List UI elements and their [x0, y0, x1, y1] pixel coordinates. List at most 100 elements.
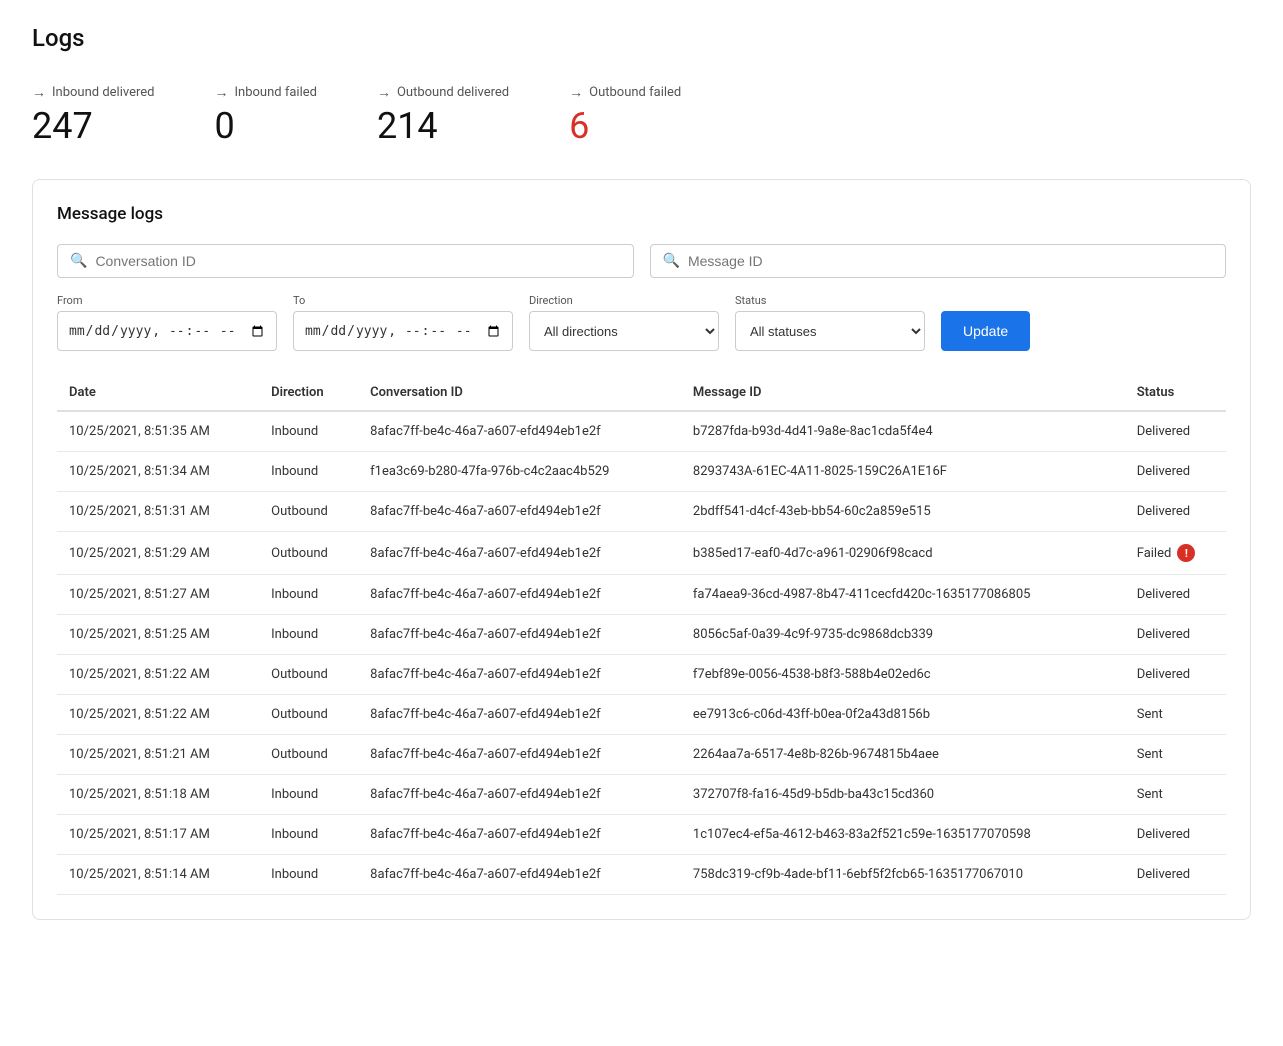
cell-date: 10/25/2021, 8:51:25 AM	[57, 615, 259, 655]
cell-direction: Inbound	[259, 452, 358, 492]
stat-label-text-outbound-failed: Outbound failed	[589, 85, 681, 100]
cell-message-id: 8056c5af-0a39-4c9f-9735-dc9868dcb339	[681, 615, 1125, 655]
cell-status: Delivered	[1125, 575, 1226, 615]
stat-label-text-outbound-delivered: Outbound delivered	[397, 85, 509, 100]
cell-conversation-id: 8afac7ff-be4c-46a7-a607-efd494eb1e2f	[358, 735, 681, 775]
cell-status: Failed !	[1125, 532, 1226, 575]
cell-conversation-id: 8afac7ff-be4c-46a7-a607-efd494eb1e2f	[358, 815, 681, 855]
logs-table: DateDirectionConversation IDMessage IDSt…	[57, 375, 1226, 895]
cell-conversation-id: 8afac7ff-be4c-46a7-a607-efd494eb1e2f	[358, 695, 681, 735]
filter-row: From To Direction All directions Inbound…	[57, 294, 1226, 351]
table-header: DateDirectionConversation IDMessage IDSt…	[57, 375, 1226, 411]
conversation-id-input[interactable]	[95, 253, 620, 269]
table-row[interactable]: 10/25/2021, 8:51:27 AMInbound8afac7ff-be…	[57, 575, 1226, 615]
cell-message-id: 2bdff541-d4cf-43eb-bb54-60c2a859e515	[681, 492, 1125, 532]
th-status: Status	[1125, 375, 1226, 411]
cell-direction: Inbound	[259, 411, 358, 452]
stat-value-outbound-failed: 6	[569, 105, 681, 147]
cell-message-id: 2264aa7a-6517-4e8b-826b-9674815b4aee	[681, 735, 1125, 775]
message-id-input[interactable]	[688, 253, 1213, 269]
th-direction: Direction	[259, 375, 358, 411]
stat-inbound-failed: → Inbound failed 0	[215, 84, 317, 147]
to-date-input[interactable]	[293, 311, 513, 351]
status-failed: Failed !	[1137, 544, 1214, 562]
to-filter-group: To	[293, 294, 513, 351]
conversation-search-box: 🔍	[57, 244, 634, 278]
cell-conversation-id: 8afac7ff-be4c-46a7-a607-efd494eb1e2f	[358, 775, 681, 815]
table-row[interactable]: 10/25/2021, 8:51:35 AMInbound8afac7ff-be…	[57, 411, 1226, 452]
search-icon-message: 🔍	[663, 253, 680, 269]
stat-label-text-inbound-delivered: Inbound delivered	[52, 85, 155, 100]
stats-row: → Inbound delivered 247 → Inbound failed…	[32, 84, 1251, 147]
cell-direction: Outbound	[259, 492, 358, 532]
cell-date: 10/25/2021, 8:51:34 AM	[57, 452, 259, 492]
cell-date: 10/25/2021, 8:51:14 AM	[57, 855, 259, 895]
stat-label-outbound-delivered: → Outbound delivered	[377, 84, 509, 101]
search-icon-conversation: 🔍	[70, 253, 87, 269]
stat-icon-inbound-delivered: →	[32, 84, 46, 101]
cell-direction: Outbound	[259, 532, 358, 575]
cell-date: 10/25/2021, 8:51:29 AM	[57, 532, 259, 575]
table-row[interactable]: 10/25/2021, 8:51:18 AMInbound8afac7ff-be…	[57, 775, 1226, 815]
page-container: Logs → Inbound delivered 247 → Inbound f…	[0, 0, 1283, 944]
cell-message-id: f7ebf89e-0056-4538-b8f3-588b4e02ed6c	[681, 655, 1125, 695]
cell-status: Delivered	[1125, 655, 1226, 695]
table-row[interactable]: 10/25/2021, 8:51:22 AMOutbound8afac7ff-b…	[57, 655, 1226, 695]
table-row[interactable]: 10/25/2021, 8:51:21 AMOutbound8afac7ff-b…	[57, 735, 1226, 775]
table-row[interactable]: 10/25/2021, 8:51:31 AMOutbound8afac7ff-b…	[57, 492, 1226, 532]
cell-message-id: ee7913c6-c06d-43ff-b0ea-0f2a43d8156b	[681, 695, 1125, 735]
stat-outbound-failed: → Outbound failed 6	[569, 84, 681, 147]
cell-date: 10/25/2021, 8:51:21 AM	[57, 735, 259, 775]
cell-conversation-id: 8afac7ff-be4c-46a7-a607-efd494eb1e2f	[358, 575, 681, 615]
table-row[interactable]: 10/25/2021, 8:51:22 AMOutbound8afac7ff-b…	[57, 695, 1226, 735]
stat-value-inbound-delivered: 247	[32, 105, 155, 147]
cell-message-id: b7287fda-b93d-4d41-9a8e-8ac1cda5f4e4	[681, 411, 1125, 452]
update-button[interactable]: Update	[941, 311, 1030, 351]
cell-date: 10/25/2021, 8:51:18 AM	[57, 775, 259, 815]
th-message-id: Message ID	[681, 375, 1125, 411]
table-body: 10/25/2021, 8:51:35 AMInbound8afac7ff-be…	[57, 411, 1226, 895]
cell-direction: Outbound	[259, 655, 358, 695]
th-date: Date	[57, 375, 259, 411]
cell-direction: Inbound	[259, 815, 358, 855]
cell-conversation-id: f1ea3c69-b280-47fa-976b-c4c2aac4b529	[358, 452, 681, 492]
table-header-row: DateDirectionConversation IDMessage IDSt…	[57, 375, 1226, 411]
stat-value-outbound-delivered: 214	[377, 105, 509, 147]
cell-conversation-id: 8afac7ff-be4c-46a7-a607-efd494eb1e2f	[358, 655, 681, 695]
stat-label-outbound-failed: → Outbound failed	[569, 84, 681, 101]
cell-message-id: 758dc319-cf9b-4ade-bf11-6ebf5f2fcb65-163…	[681, 855, 1125, 895]
from-date-input[interactable]	[57, 311, 277, 351]
table-row[interactable]: 10/25/2021, 8:51:34 AMInboundf1ea3c69-b2…	[57, 452, 1226, 492]
cell-message-id: 372707f8-fa16-45d9-b5db-ba43c15cd360	[681, 775, 1125, 815]
cell-date: 10/25/2021, 8:51:22 AM	[57, 695, 259, 735]
to-label: To	[293, 294, 513, 307]
table-row[interactable]: 10/25/2021, 8:51:25 AMInbound8afac7ff-be…	[57, 615, 1226, 655]
page-title: Logs	[32, 24, 1251, 52]
cell-direction: Inbound	[259, 615, 358, 655]
stat-value-inbound-failed: 0	[215, 105, 317, 147]
direction-filter-group: Direction All directions Inbound Outboun…	[529, 294, 719, 351]
table-row[interactable]: 10/25/2021, 8:51:14 AMInbound8afac7ff-be…	[57, 855, 1226, 895]
stat-outbound-delivered: → Outbound delivered 214	[377, 84, 509, 147]
cell-status: Sent	[1125, 695, 1226, 735]
stat-icon-inbound-failed: →	[215, 84, 229, 101]
stat-label-inbound-failed: → Inbound failed	[215, 84, 317, 101]
message-search-box: 🔍	[650, 244, 1227, 278]
stat-label-text-inbound-failed: Inbound failed	[235, 85, 317, 100]
cell-status: Delivered	[1125, 815, 1226, 855]
cell-status: Sent	[1125, 735, 1226, 775]
cell-conversation-id: 8afac7ff-be4c-46a7-a607-efd494eb1e2f	[358, 532, 681, 575]
status-select[interactable]: All statuses Delivered Failed Sent	[735, 311, 925, 351]
table-row[interactable]: 10/25/2021, 8:51:29 AMOutbound8afac7ff-b…	[57, 532, 1226, 575]
cell-direction: Outbound	[259, 695, 358, 735]
stat-inbound-delivered: → Inbound delivered 247	[32, 84, 155, 147]
stat-icon-outbound-failed: →	[569, 84, 583, 101]
direction-select[interactable]: All directions Inbound Outbound	[529, 311, 719, 351]
cell-date: 10/25/2021, 8:51:22 AM	[57, 655, 259, 695]
panel-title: Message logs	[57, 204, 1226, 224]
cell-conversation-id: 8afac7ff-be4c-46a7-a607-efd494eb1e2f	[358, 615, 681, 655]
cell-conversation-id: 8afac7ff-be4c-46a7-a607-efd494eb1e2f	[358, 411, 681, 452]
table-row[interactable]: 10/25/2021, 8:51:17 AMInbound8afac7ff-be…	[57, 815, 1226, 855]
cell-status: Delivered	[1125, 452, 1226, 492]
cell-direction: Inbound	[259, 855, 358, 895]
